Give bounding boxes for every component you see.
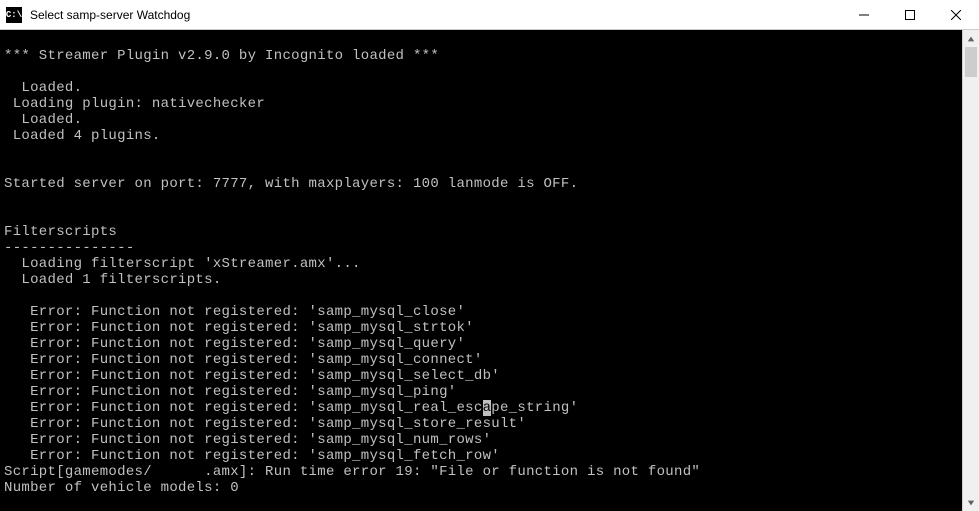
window-controls	[841, 0, 979, 29]
window-title: Select samp-server Watchdog	[28, 8, 841, 22]
scroll-thumb[interactable]	[965, 47, 977, 77]
titlebar: C:\ Select samp-server Watchdog	[0, 0, 979, 30]
vertical-scrollbar[interactable]	[962, 30, 979, 511]
text-cursor: a	[483, 400, 492, 416]
app-icon: C:\	[6, 7, 22, 23]
scroll-track[interactable]	[963, 47, 979, 494]
close-button[interactable]	[933, 0, 979, 29]
minimize-button[interactable]	[841, 0, 887, 29]
console-area: *** Streamer Plugin v2.9.0 by Incognito …	[0, 30, 979, 511]
scroll-up-button[interactable]	[963, 30, 979, 47]
scroll-down-button[interactable]	[963, 494, 979, 511]
maximize-button[interactable]	[887, 0, 933, 29]
console-output[interactable]: *** Streamer Plugin v2.9.0 by Incognito …	[0, 30, 962, 511]
